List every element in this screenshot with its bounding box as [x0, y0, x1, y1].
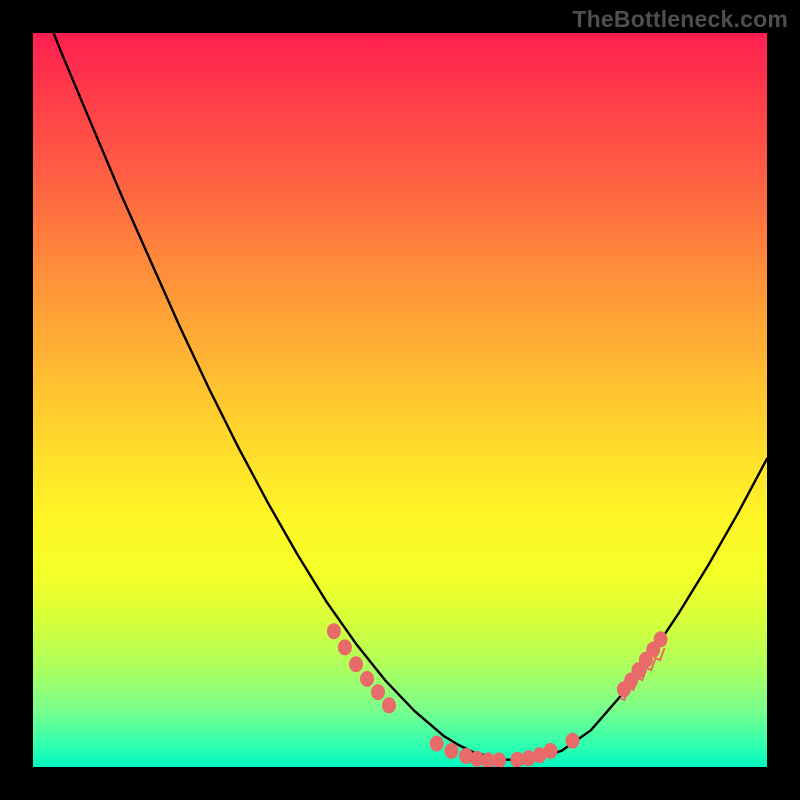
curve-marker: [349, 656, 363, 672]
plot-area: [33, 33, 767, 767]
curve-marker: [544, 743, 558, 759]
curve-marker: [566, 733, 580, 749]
curve-marker: [371, 684, 385, 700]
curve-marker: [444, 743, 458, 759]
chart-svg: [33, 33, 767, 767]
curve-marker: [382, 697, 396, 713]
curve-marker: [360, 671, 374, 687]
curve-marker: [327, 623, 341, 639]
marker-group: [327, 623, 668, 767]
curve-marker: [654, 631, 668, 647]
curve-marker: [492, 752, 506, 767]
chart-frame: TheBottleneck.com: [0, 0, 800, 800]
watermark-text: TheBottleneck.com: [572, 6, 788, 33]
curve-marker: [338, 639, 352, 655]
curve-marker: [430, 736, 444, 752]
